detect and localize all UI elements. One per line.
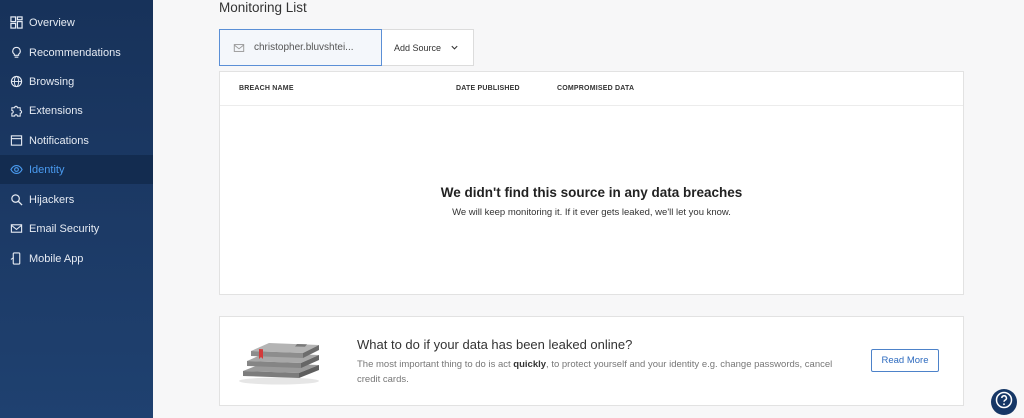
help-icon [995,391,1013,414]
sidebar-item-label: Mobile App [29,252,84,265]
sidebar-item-recommendations[interactable]: Recommendations [0,38,153,67]
sidebar-item-mobile-app[interactable]: Mobile App [0,244,153,273]
source-chip[interactable]: christopher.bluvshtei... [219,29,382,66]
source-email: christopher.bluvshtei... [254,42,354,53]
leak-info-card: What to do if your data has been leaked … [219,316,964,406]
empty-state-title: We didn't find this source in any data b… [440,185,743,200]
notification-icon [10,134,23,147]
sidebar-item-email-security[interactable]: Email Security [0,214,153,243]
chevron-down-icon [450,43,459,52]
add-source-button[interactable]: Add Source [382,30,474,65]
sidebar-item-label: Browsing [29,75,75,88]
books-illustration [237,337,323,385]
source-selector: christopher.bluvshtei... Add Source [219,29,474,66]
search-icon [10,193,23,206]
sidebar-item-label: Hijackers [29,193,75,206]
table-header: BREACH NAME DATE PUBLISHED COMPROMISED D… [220,72,963,106]
sidebar-item-hijackers[interactable]: Hijackers [0,185,153,214]
info-body: The most important thing to do is act qu… [357,357,837,387]
eye-icon [10,163,23,176]
sidebar-item-label: Identity [29,163,65,176]
sidebar-item-label: Extensions [29,104,83,117]
sidebar-item-overview[interactable]: Overview [0,8,153,37]
mail-icon [233,42,245,54]
column-header-date-published[interactable]: DATE PUBLISHED [456,85,520,92]
sidebar-item-label: Notifications [29,134,89,147]
info-body-emphasis: quickly [513,359,547,370]
mail-icon [10,222,23,235]
column-header-breach-name[interactable]: BREACH NAME [239,85,294,92]
phone-icon [10,252,23,265]
lightbulb-icon [10,46,23,59]
info-title: What to do if your data has been leaked … [357,337,633,352]
sidebar-item-notifications[interactable]: Notifications [0,126,153,155]
sidebar: Overview Recommendations Browsing Extens… [0,0,153,418]
sidebar-item-label: Recommendations [29,46,121,59]
column-header-compromised-data[interactable]: COMPROMISED DATA [557,85,634,92]
read-more-button[interactable]: Read More [871,349,939,372]
add-source-label: Add Source [394,42,442,53]
info-body-text: The most important thing to do is act [357,359,514,370]
sidebar-item-label: Overview [29,16,75,29]
breach-table: BREACH NAME DATE PUBLISHED COMPROMISED D… [219,71,964,295]
empty-state-subtitle: We will keep monitoring it. If it ever g… [452,207,731,218]
sidebar-item-label: Email Security [29,222,100,235]
sidebar-item-extensions[interactable]: Extensions [0,96,153,125]
globe-icon [10,75,23,88]
puzzle-icon [10,104,23,117]
sidebar-item-browsing[interactable]: Browsing [0,67,153,96]
help-button[interactable] [991,389,1017,415]
page-title: Monitoring List [219,0,307,15]
grid-icon [10,16,23,29]
sidebar-item-identity[interactable]: Identity [0,155,153,184]
